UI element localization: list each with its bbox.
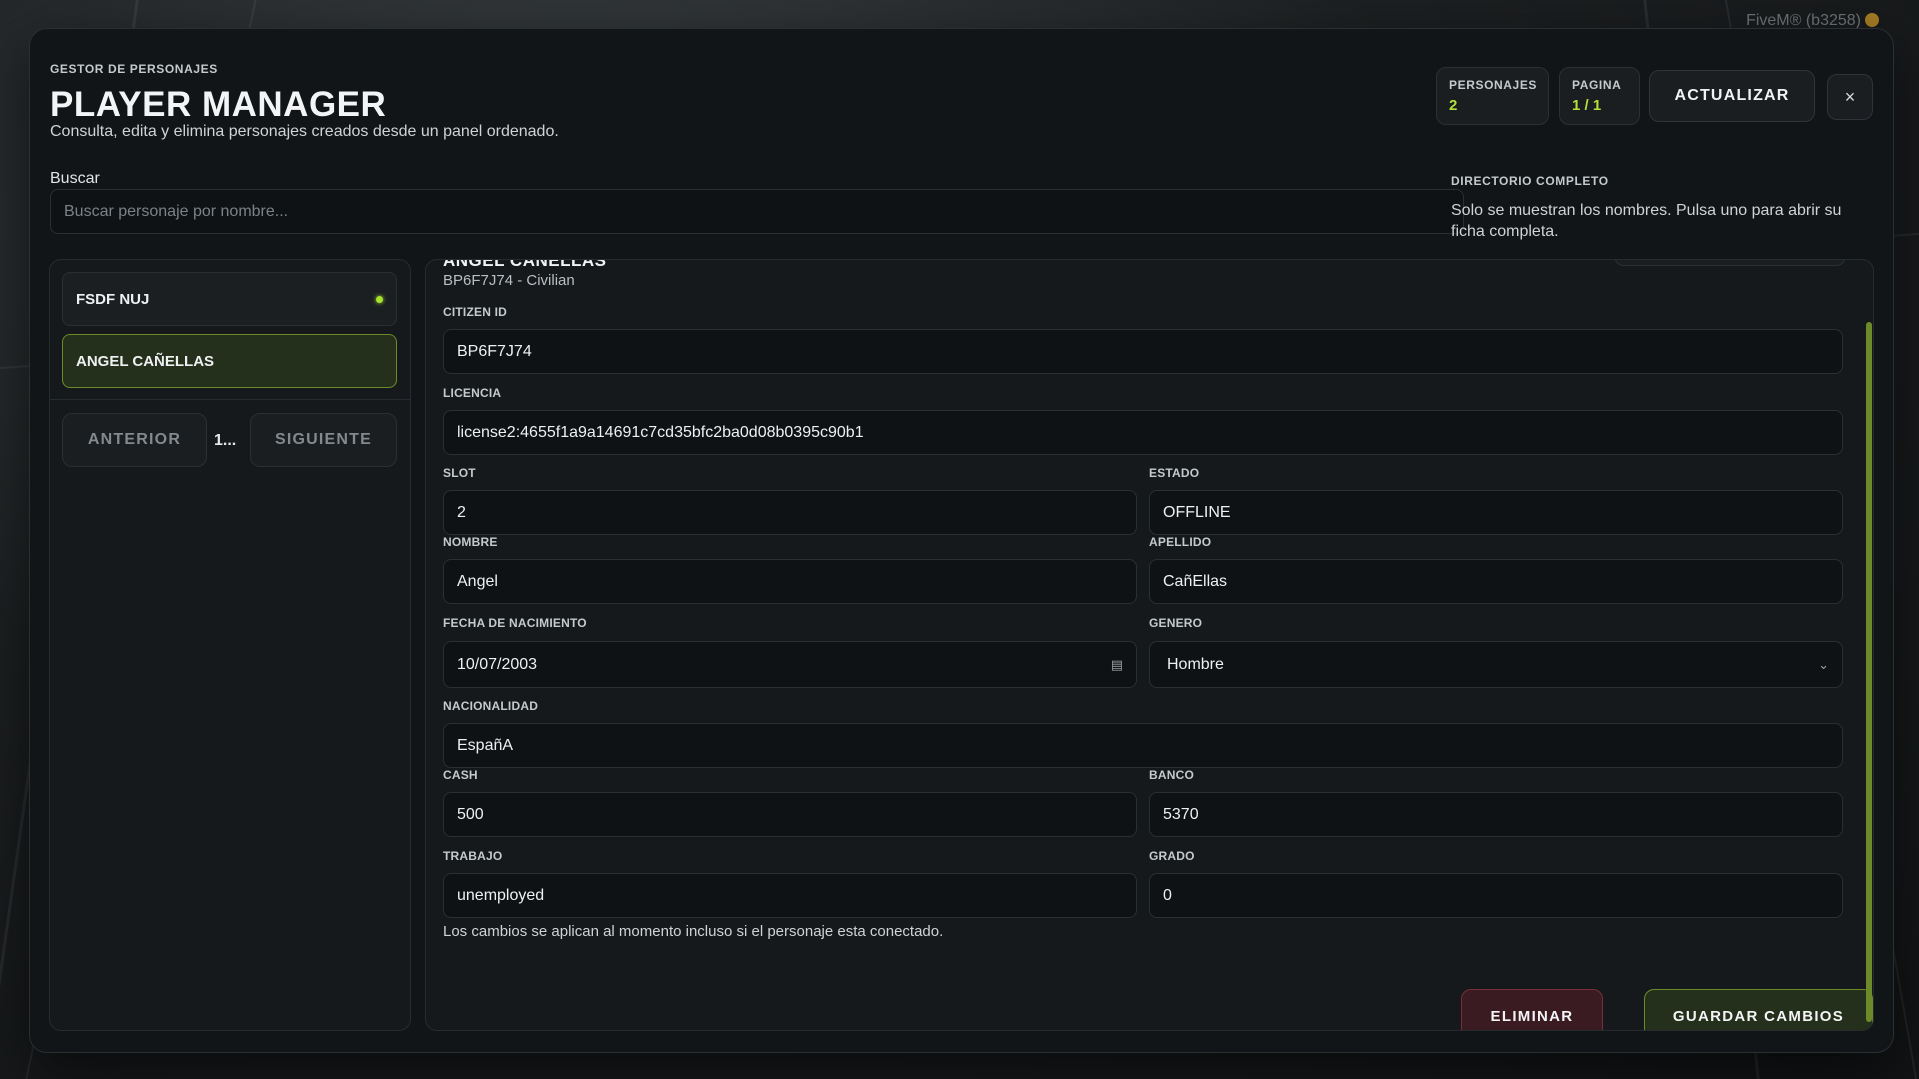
next-page-button[interactable]: SIGUIENTE	[250, 413, 397, 467]
apellido-label: APELLIDO	[1149, 535, 1212, 549]
search-label: Buscar	[50, 170, 100, 187]
apellido-field[interactable]: CañEllas	[1149, 559, 1843, 604]
character-item-fsdf-nuj[interactable]: FSDF NUJ	[62, 272, 397, 326]
delete-button[interactable]: ELIMINAR	[1461, 989, 1603, 1030]
detail-character-meta: BP6F7J74 - Civilian	[443, 272, 575, 289]
cash-field[interactable]: 500	[443, 792, 1137, 837]
trabajo-value: unemployed	[457, 886, 545, 904]
stat-characters-value: 2	[1449, 97, 1458, 114]
prev-page-button[interactable]: ANTERIOR	[62, 413, 207, 467]
slot-value: 2	[457, 503, 466, 521]
chevron-down-icon: ⌄	[1818, 656, 1829, 672]
citizen-id-field[interactable]: BP6F7J74	[443, 329, 1843, 374]
estado-field[interactable]: OFFLINE	[1149, 490, 1843, 535]
citizen-id-label: CITIZEN ID	[443, 305, 507, 319]
nacionalidad-label: NACIONALIDAD	[443, 699, 539, 713]
refresh-button[interactable]: ACTUALIZAR	[1649, 70, 1815, 122]
grado-field[interactable]: 0	[1149, 873, 1843, 918]
stat-characters-label: PERSONAJES	[1449, 78, 1538, 92]
genero-label: GENERO	[1149, 616, 1203, 630]
cash-label: CASH	[443, 768, 478, 782]
panel-eyebrow: GESTOR DE PERSONAJES	[50, 62, 218, 76]
estado-value: OFFLINE	[1163, 503, 1231, 521]
close-button[interactable]: ×	[1827, 74, 1873, 120]
banco-field[interactable]: 5370	[1149, 792, 1843, 837]
banco-label: BANCO	[1149, 768, 1194, 782]
nacionalidad-field[interactable]: EspañA	[443, 723, 1843, 768]
grado-value: 0	[1163, 886, 1172, 904]
slot-label: SLOT	[443, 466, 476, 480]
directory-text: Solo se muestran los nombres. Pulsa uno …	[1451, 202, 1842, 240]
nacionalidad-value: EspañA	[457, 736, 514, 754]
birthdate-label: FECHA DE NACIMIENTO	[443, 616, 587, 630]
page-subtitle: Consulta, edita y elimina personajes cre…	[50, 123, 559, 140]
banco-value: 5370	[1163, 805, 1199, 823]
nombre-field[interactable]: Angel	[443, 559, 1137, 604]
character-name: ANGEL CAÑELLAS	[76, 352, 215, 370]
detail-scrollbar[interactable]	[1865, 260, 1873, 1030]
player-manager-panel: GESTOR DE PERSONAJES PLAYER MANAGER Cons…	[29, 28, 1894, 1053]
fivem-logo-icon	[1865, 13, 1879, 27]
close-icon: ×	[1844, 86, 1856, 107]
apellido-value: CañEllas	[1163, 572, 1228, 590]
nombre-label: NOMBRE	[443, 535, 498, 549]
genero-select[interactable]: Hombre ⌄	[1149, 641, 1843, 688]
license-field[interactable]: license2:4655f1a9a14691c7cd35bfc2ba0d08b…	[443, 410, 1843, 455]
page-indicator: 1...	[214, 432, 237, 449]
search-input[interactable]	[50, 189, 1464, 234]
character-detail: ANGEL CAÑELLAS BP6F7J74 - Civilian CITIZ…	[425, 259, 1874, 1031]
citizen-id-value: BP6F7J74	[457, 342, 532, 360]
slot-field[interactable]: 2	[443, 490, 1137, 535]
character-sidebar: FSDF NUJ ANGEL CAÑELLAS ANTERIOR 1... SI…	[49, 259, 411, 1031]
detail-header-action	[1614, 260, 1846, 266]
online-status-icon	[376, 295, 383, 303]
birthdate-value: 10/07/2003	[457, 655, 538, 673]
sidebar-divider	[50, 399, 410, 400]
character-item-angel-canellas[interactable]: ANGEL CAÑELLAS	[62, 334, 397, 388]
license-label: LICENCIA	[443, 386, 502, 400]
page-title: PLAYER MANAGER	[50, 85, 387, 124]
stat-characters: PERSONAJES 2	[1436, 67, 1549, 125]
stat-page-label: PAGINA	[1572, 78, 1622, 92]
character-name: FSDF NUJ	[76, 290, 150, 308]
trabajo-label: TRABAJO	[443, 849, 503, 863]
changes-note: Los cambios se aplican al momento inclus…	[443, 923, 944, 940]
genero-value: Hombre	[1167, 655, 1224, 673]
license-value: license2:4655f1a9a14691c7cd35bfc2ba0d08b…	[457, 423, 864, 441]
estado-label: ESTADO	[1149, 466, 1200, 480]
cash-value: 500	[457, 805, 484, 823]
stat-page: PAGINA 1 / 1	[1559, 67, 1640, 125]
calendar-icon[interactable]: ▤	[1111, 657, 1123, 673]
save-changes-button[interactable]: GUARDAR CAMBIOS	[1644, 989, 1873, 1030]
birthdate-field[interactable]: 10/07/2003 ▤	[443, 641, 1137, 688]
nombre-value: Angel	[457, 572, 498, 590]
grado-label: GRADO	[1149, 849, 1195, 863]
trabajo-field[interactable]: unemployed	[443, 873, 1137, 918]
scrollbar-thumb[interactable]	[1866, 322, 1872, 1022]
detail-character-name: ANGEL CAÑELLAS	[443, 259, 607, 270]
directory-title: DIRECTORIO COMPLETO	[1451, 174, 1609, 188]
stat-page-value: 1 / 1	[1572, 97, 1602, 114]
